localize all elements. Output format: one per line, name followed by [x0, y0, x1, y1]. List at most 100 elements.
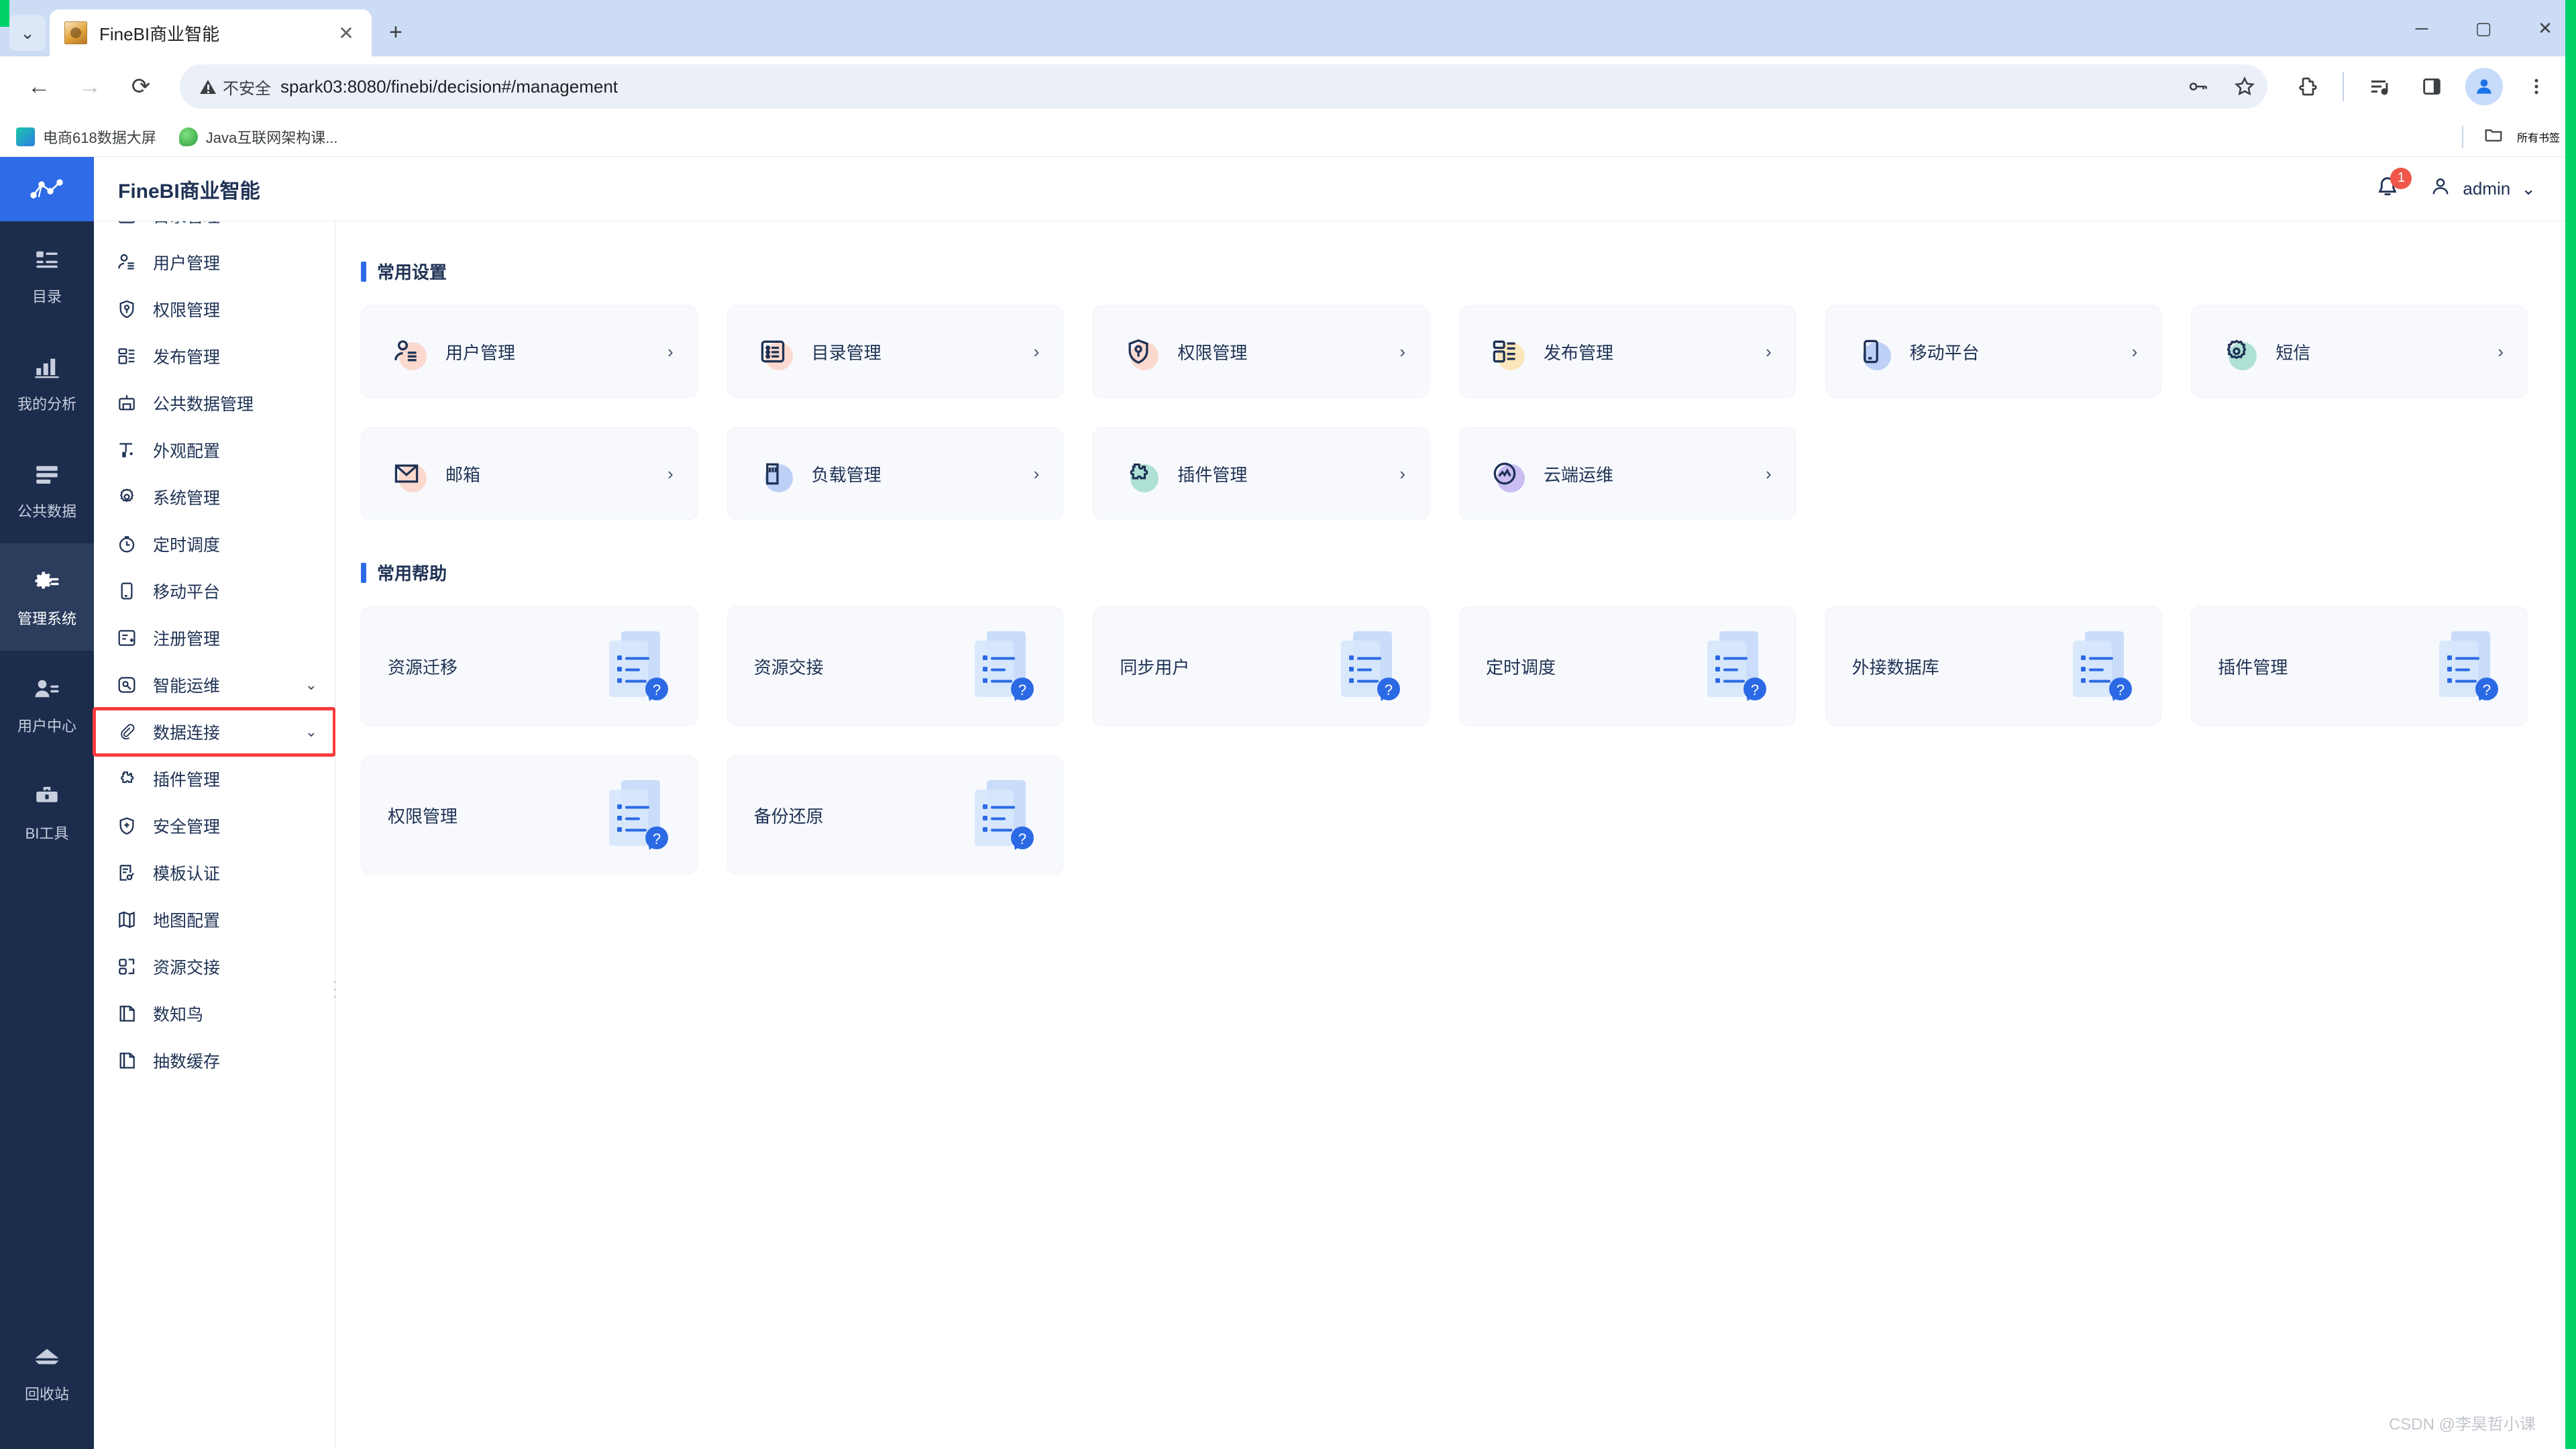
- all-bookmarks-button[interactable]: 所有书签: [2455, 125, 2560, 148]
- sidebar-item-public-data-management[interactable]: 公共数据管理: [94, 380, 335, 427]
- sidebar-item-smart-ops[interactable]: 智能运维 ⌄: [94, 661, 335, 708]
- grid-spacer: [1825, 755, 2162, 875]
- rail-item-public-data[interactable]: 公共数据: [0, 436, 94, 543]
- sidebar-item-template-auth[interactable]: 模板认证: [94, 849, 335, 896]
- finebi-logo[interactable]: [0, 157, 94, 221]
- sidebar-item-mobile-platform[interactable]: 移动平台: [94, 568, 335, 614]
- chevron-right-icon: ›: [2498, 341, 2504, 362]
- user-menu[interactable]: admin ⌄: [2429, 175, 2536, 203]
- grid-spacer: [1459, 755, 1796, 875]
- notifications-button[interactable]: 1: [2373, 167, 2412, 204]
- rail-item-user-center[interactable]: 用户中心: [0, 651, 94, 758]
- help-document-icon: ?: [592, 625, 676, 708]
- sidebar-item-security-management[interactable]: 安全管理: [94, 802, 335, 849]
- sidebar-item-plugin-management[interactable]: 插件管理: [94, 755, 335, 802]
- bookmark-label: 电商618数据大屏: [43, 129, 156, 146]
- close-icon[interactable]: ✕: [333, 22, 360, 44]
- setting-card-publish-management[interactable]: 发布管理 ›: [1458, 305, 1796, 398]
- help-card[interactable]: 资源迁移 ?: [361, 606, 698, 726]
- app-header: FineBI商业智能 1 admin ⌄: [94, 157, 2565, 221]
- sidebar-item-appearance-config[interactable]: 外观配置: [94, 427, 335, 474]
- help-card[interactable]: 定时调度 ?: [1458, 606, 1796, 726]
- sidebar-item-user-management[interactable]: 用户管理: [94, 239, 335, 286]
- tab-search-button[interactable]: ⌄: [9, 15, 46, 51]
- tab-title: FineBI商业智能: [99, 23, 220, 44]
- bookmark-star-icon[interactable]: [2226, 68, 2263, 105]
- extensions-icon[interactable]: [2284, 63, 2330, 110]
- setting-card-sms[interactable]: 短信 ›: [2191, 305, 2528, 398]
- rail-bottom-group: 回收站: [0, 1319, 94, 1426]
- rail-item-directory[interactable]: 目录: [0, 221, 94, 329]
- public-data-icon: [31, 458, 63, 490]
- help-card[interactable]: 备份还原 ?: [727, 755, 1064, 875]
- minimize-icon[interactable]: ─: [2391, 0, 2453, 56]
- card-label: 定时调度: [1485, 657, 1556, 678]
- reload-button[interactable]: ⟳: [118, 64, 164, 109]
- help-card[interactable]: 同步用户 ?: [1093, 606, 1430, 726]
- username-label: admin: [2463, 178, 2511, 199]
- setting-card-user-management[interactable]: 用户管理 ›: [361, 305, 698, 398]
- back-button[interactable]: ←: [16, 64, 62, 109]
- user-lines-icon: [115, 251, 138, 274]
- setting-card-directory-management[interactable]: 目录管理 ›: [727, 305, 1064, 398]
- security-chip[interactable]: 不安全: [200, 75, 271, 99]
- card-label: 外接数据库: [1851, 657, 1939, 678]
- sidebar-item-system-management[interactable]: 系统管理: [94, 474, 335, 521]
- setting-card-cloud-ops[interactable]: 云端运维 ›: [1458, 427, 1796, 520]
- help-document-icon: ?: [2422, 625, 2506, 708]
- setting-card-plugin-management[interactable]: 插件管理 ›: [1093, 427, 1430, 520]
- card-label: 发布管理: [1543, 342, 1613, 363]
- paperclip-icon: [115, 720, 138, 743]
- help-card[interactable]: 插件管理 ?: [2191, 606, 2528, 726]
- bookmark-item[interactable]: Java互联网架构课...: [178, 126, 338, 148]
- rail-item-recycle-bin[interactable]: 回收站: [0, 1319, 94, 1426]
- help-document-icon: ?: [957, 773, 1042, 857]
- forward-button[interactable]: →: [67, 64, 113, 109]
- section-accent-bar: [361, 261, 366, 282]
- browser-tab[interactable]: FineBI商业智能 ✕: [50, 9, 372, 56]
- sidebar-item-resource-handover[interactable]: 资源交接: [94, 943, 335, 990]
- chevron-right-icon: ›: [2131, 341, 2138, 362]
- help-card[interactable]: 权限管理 ?: [361, 755, 698, 875]
- sidebar-item-shuzhiniao[interactable]: 数知鸟: [94, 990, 335, 1037]
- rail-item-bi-tools[interactable]: BI工具: [0, 758, 94, 865]
- bookmark-item[interactable]: 电商618数据大屏: [16, 126, 156, 148]
- help-card[interactable]: 资源交接 ?: [727, 606, 1064, 726]
- chevron-down-icon[interactable]: ⌄: [305, 676, 317, 694]
- chevron-right-icon: ›: [1033, 463, 1040, 484]
- chevron-down-icon[interactable]: ⌄: [305, 723, 317, 741]
- sidebar-item-data-connection[interactable]: 数据连接 ⌄: [93, 707, 336, 757]
- sidebar-item-label: 权限管理: [153, 301, 221, 320]
- sidebar-item-map-config[interactable]: 地图配置: [94, 896, 335, 943]
- profile-avatar-icon[interactable]: [2461, 63, 2508, 110]
- sidebar-item-publish-management[interactable]: 发布管理: [94, 333, 335, 380]
- card-label: 同步用户: [1120, 657, 1190, 678]
- new-tab-button[interactable]: +: [389, 19, 402, 46]
- address-bar[interactable]: 不安全 spark03:8080/finebi/decision#/manage…: [180, 64, 2267, 109]
- sms-gear-icon: [2220, 335, 2253, 368]
- chevron-down-icon[interactable]: ⌄: [2521, 178, 2536, 199]
- folder-icon: [2483, 125, 2504, 148]
- section-title-text: 常用设置: [377, 262, 447, 282]
- password-key-icon[interactable]: [2179, 68, 2216, 105]
- chevron-down-icon: ⌄: [20, 22, 35, 43]
- section-title-help: 常用帮助: [361, 560, 2528, 585]
- tab-strip: ⌄ FineBI商业智能 ✕ + ─ ▢ ✕: [0, 0, 2576, 56]
- help-card[interactable]: 外接数据库 ?: [1825, 606, 2162, 726]
- sidebar-item-permission-management[interactable]: 权限管理: [94, 286, 335, 333]
- setting-card-mobile-platform[interactable]: 移动平台 ›: [1825, 305, 2162, 398]
- maximize-icon[interactable]: ▢: [2453, 0, 2514, 56]
- chrome-menu-icon[interactable]: [2513, 63, 2560, 110]
- rail-item-management[interactable]: 管理系统: [0, 543, 94, 651]
- rail-item-my-analysis[interactable]: 我的分析: [0, 329, 94, 436]
- setting-card-email[interactable]: 邮箱 ›: [361, 427, 698, 520]
- notification-badge: 1: [2390, 167, 2412, 189]
- media-control-icon[interactable]: [2356, 63, 2403, 110]
- page-title: FineBI商业智能: [118, 180, 260, 203]
- setting-card-permission-management[interactable]: 权限管理 ›: [1093, 305, 1430, 398]
- sidebar-item-schedule[interactable]: 定时调度: [94, 521, 335, 568]
- sidebar-item-extract-cache[interactable]: 抽数缓存: [94, 1037, 335, 1084]
- side-panel-icon[interactable]: [2408, 63, 2455, 110]
- sidebar-item-register-management[interactable]: 注册管理: [94, 614, 335, 661]
- setting-card-load-management[interactable]: 负载管理 ›: [727, 427, 1064, 520]
